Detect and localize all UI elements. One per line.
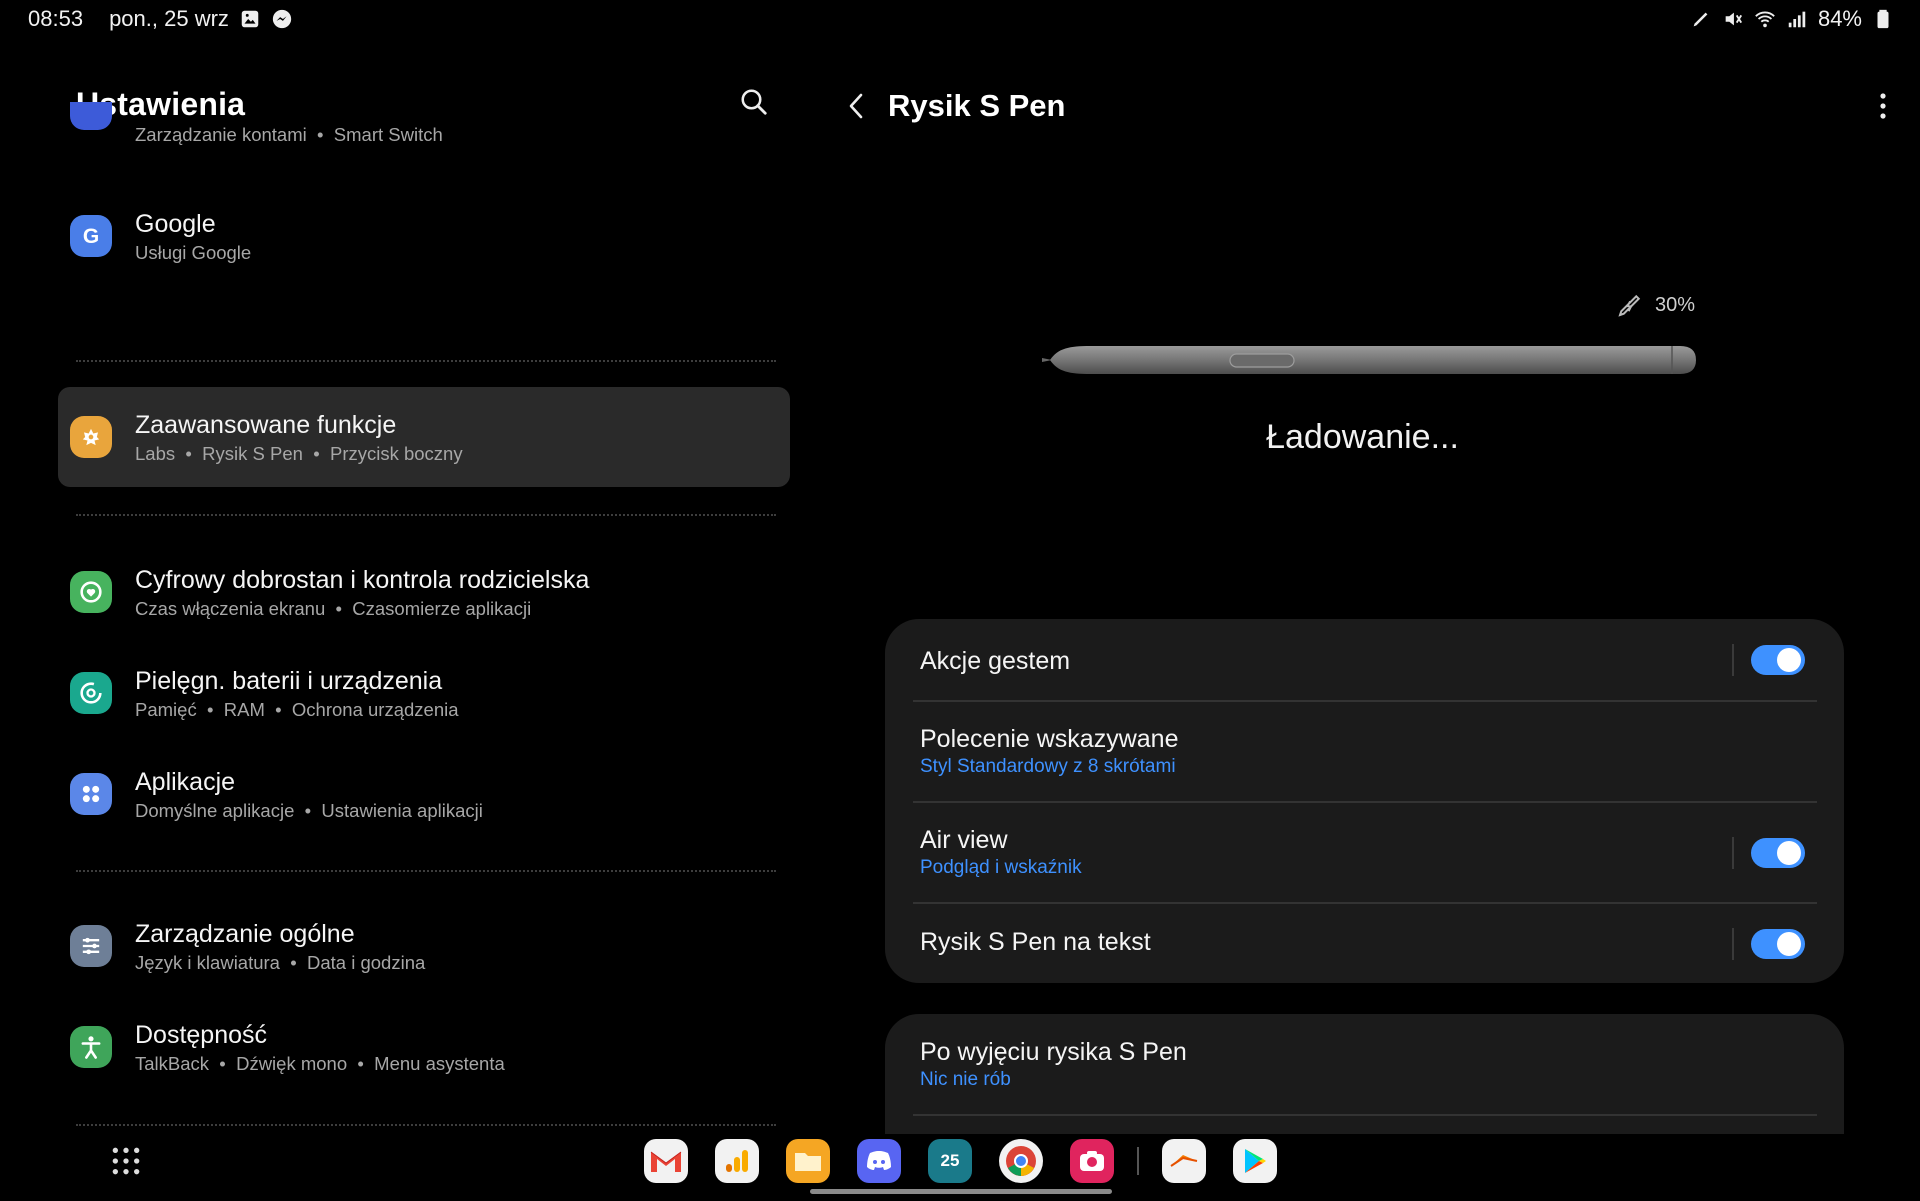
section-divider	[76, 360, 776, 362]
app-drawer-icon[interactable]	[110, 1145, 142, 1177]
row-title: Air view	[920, 826, 1008, 854]
settings-item-title: Dostępność	[135, 1021, 268, 1049]
google-icon: G	[70, 215, 112, 257]
gallery-notification-icon	[239, 8, 261, 30]
spen-page-title: Rysik S Pen	[888, 88, 1066, 123]
back-button[interactable]	[838, 84, 874, 128]
settings-item-accounts[interactable]: Zarządzanie kontami • Smart Switch	[58, 102, 790, 162]
settings-item-subtitle: Domyślne aplikacje • Ustawienia aplikacj…	[135, 800, 483, 821]
analytics-icon[interactable]	[715, 1139, 759, 1183]
row-divider	[1732, 837, 1734, 869]
row-title: Akcje gestem	[920, 647, 1071, 675]
settings-item-subtitle: Usługi Google	[135, 242, 252, 263]
row-title: Po wyjęciu rysika S Pen	[920, 1038, 1187, 1066]
air-view-row[interactable]: Air view Podgląd i wskaźnik	[885, 803, 1844, 903]
status-bar: 08:53 pon., 25 wrz 84%	[0, 0, 1920, 38]
toggle-knob	[1777, 841, 1801, 865]
settings-item-title: Aplikacje	[135, 768, 236, 796]
battery-percent: 84%	[1817, 6, 1862, 31]
settings-item-title: Google	[135, 210, 216, 238]
apps-icon	[70, 773, 112, 815]
row-subtitle: Styl Standardowy z 8 skrótami	[920, 756, 1176, 777]
settings-item-subtitle: Zarządzanie kontami • Smart Switch	[135, 124, 443, 145]
spen-illustration	[1042, 346, 1696, 374]
settings-item-advanced-features[interactable]: Zaawansowane funkcje Labs • Rysik S Pen …	[58, 387, 790, 487]
section-divider	[76, 870, 776, 872]
back-arrow-icon	[849, 93, 863, 119]
dock-separator	[1137, 1147, 1139, 1175]
discord-icon[interactable]	[857, 1139, 901, 1183]
spen-battery-percent: 30%	[1655, 293, 1696, 316]
row-divider	[1732, 644, 1734, 676]
app-dock: 25	[644, 1135, 1277, 1187]
settings-item-subtitle: Pamięć • RAM • Ochrona urządzenia	[135, 699, 459, 720]
general-management-icon	[70, 925, 112, 967]
settings-item-wellbeing[interactable]: Cyfrowy dobrostan i kontrola rodzicielsk…	[58, 542, 790, 642]
files-icon[interactable]	[786, 1139, 830, 1183]
status-time: 08:53	[28, 6, 84, 31]
section-divider	[76, 1124, 776, 1126]
spen-charging-status: Ładowanie...	[1266, 418, 1459, 456]
swiftkey-icon[interactable]	[1162, 1139, 1206, 1183]
settings-item-title: Zarządzanie ogólne	[135, 920, 355, 948]
settings-item-title: Zaawansowane funkcje	[135, 411, 397, 439]
calendar-icon[interactable]: 25	[928, 1139, 972, 1183]
camera-icon[interactable]	[1070, 1139, 1114, 1183]
more-vertical-icon	[1880, 93, 1886, 119]
air-view-toggle[interactable]	[1751, 838, 1805, 868]
mute-icon	[1722, 8, 1744, 30]
section-divider	[76, 514, 776, 516]
spen-removal-card: Po wyjęciu rysika S Pen Nic nie rób	[885, 1014, 1844, 1134]
chrome-icon[interactable]	[999, 1139, 1043, 1183]
accounts-icon	[70, 102, 112, 130]
home-indicator[interactable]	[810, 1189, 1112, 1194]
spen-to-text-toggle[interactable]	[1751, 929, 1805, 959]
settings-item-apps[interactable]: Aplikacje Domyślne aplikacje • Ustawieni…	[58, 744, 790, 844]
settings-item-device-care[interactable]: Pielęgn. baterii i urządzenia Pamięć • R…	[58, 643, 790, 743]
row-separator	[913, 1114, 1817, 1116]
settings-item-title: Cyfrowy dobrostan i kontrola rodzicielsk…	[135, 566, 590, 594]
accessibility-icon	[70, 1026, 112, 1068]
spen-header: Rysik S Pen	[838, 84, 1898, 128]
advanced-features-icon	[70, 416, 112, 458]
row-subtitle: Podgląd i wskaźnik	[920, 857, 1082, 878]
settings-item-subtitle: TalkBack • Dźwięk mono • Menu asystenta	[135, 1053, 505, 1074]
settings-item-google[interactable]: G Google Usługi Google	[58, 186, 790, 286]
gesture-actions-row[interactable]: Akcje gestem	[885, 619, 1844, 701]
settings-item-accessibility[interactable]: Dostępność TalkBack • Dźwięk mono • Menu…	[58, 997, 790, 1097]
settings-item-subtitle: Labs • Rysik S Pen • Przycisk boczny	[135, 443, 463, 464]
settings-item-subtitle: Czas włączenia ekranu • Czasomierze apli…	[135, 598, 532, 619]
row-divider	[1732, 928, 1734, 960]
settings-panel: Ustawienia Zarządzanie kontami • Smart S…	[0, 38, 800, 1126]
settings-item-title: Pielęgn. baterii i urządzenia	[135, 667, 443, 695]
calendar-day: 25	[940, 1151, 960, 1170]
more-options-button[interactable]	[1868, 84, 1898, 128]
settings-item-subtitle: Język i klawiatura • Data i godzina	[135, 952, 426, 973]
wellbeing-icon	[70, 571, 112, 613]
spen-charging-icon	[1618, 294, 1641, 317]
settings-item-general-management[interactable]: Zarządzanie ogólne Język i klawiatura • …	[58, 896, 790, 996]
air-command-row[interactable]: Polecenie wskazywane Styl Standardowy z …	[885, 702, 1844, 802]
toggle-knob	[1777, 648, 1801, 672]
messenger-notification-icon	[271, 8, 293, 30]
battery-icon	[1872, 8, 1894, 30]
gmail-icon[interactable]	[644, 1139, 688, 1183]
signal-icon	[1786, 8, 1808, 30]
spen-battery: 30%	[1615, 290, 1695, 320]
play-store-icon[interactable]	[1233, 1139, 1277, 1183]
row-title: Polecenie wskazywane	[920, 725, 1179, 753]
taskbar: 25	[0, 1135, 1920, 1201]
status-date: pon., 25 wrz	[109, 6, 229, 31]
wifi-icon	[1754, 8, 1776, 30]
row-subtitle: Nic nie rób	[920, 1069, 1011, 1090]
row-title: Rysik S Pen na tekst	[920, 928, 1151, 956]
toggle-knob	[1777, 932, 1801, 956]
when-spen-removed-row[interactable]: Po wyjęciu rysika S Pen Nic nie rób	[885, 1014, 1844, 1114]
gesture-actions-toggle[interactable]	[1751, 645, 1805, 675]
spen-status-icon	[1690, 8, 1712, 30]
svg-text:G: G	[83, 225, 99, 248]
spen-to-text-row[interactable]: Rysik S Pen na tekst	[885, 904, 1844, 983]
device-care-icon	[70, 672, 112, 714]
spen-settings-card: Akcje gestem Polecenie wskazywane Styl S…	[885, 619, 1844, 983]
